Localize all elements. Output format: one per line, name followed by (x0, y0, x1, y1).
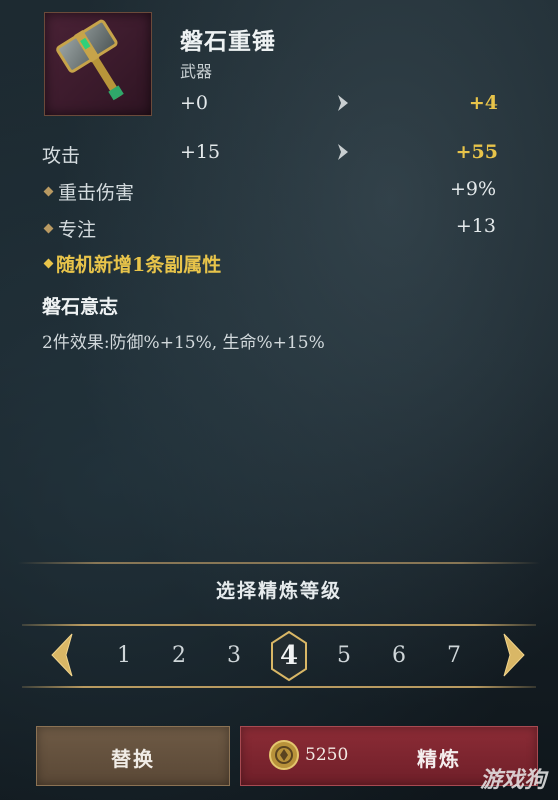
refine-level-option[interactable]: 3 (214, 630, 254, 682)
refine-level-option[interactable]: 1 (104, 630, 144, 682)
refine-level-title: 选择精炼等级 (215, 580, 342, 602)
level-target: +4 (468, 92, 498, 114)
attack-current: +15 (180, 141, 221, 163)
refine-level-option[interactable]: 5 (324, 630, 364, 682)
chevron-left-icon[interactable] (44, 630, 78, 680)
attack-target: +55 (455, 141, 498, 163)
refine-button-label: 精炼 (417, 747, 461, 771)
arrow-right-icon (338, 95, 348, 111)
stone-hammer-icon (56, 19, 124, 101)
bullet-diamond-icon (43, 258, 54, 269)
item-type: 武器 (180, 62, 213, 81)
divider (18, 562, 540, 564)
substat-value: +9% (449, 178, 496, 200)
attack-label: 攻击 (42, 145, 81, 167)
bullet-diamond-icon (43, 223, 54, 234)
substat-label: 专注 (58, 219, 97, 241)
refine-level-option[interactable]: 6 (379, 630, 419, 682)
item-icon-frame (44, 12, 152, 116)
refine-cost: 5250 (305, 745, 349, 765)
random-substat-note: 随机新增1条副属性 (56, 254, 222, 276)
substat-value: +13 (455, 215, 496, 237)
item-name: 磐石重锤 (180, 28, 276, 55)
set-bonus-title: 磐石意志 (42, 296, 119, 318)
refine-level-option-selected[interactable]: 4 (269, 630, 309, 682)
refine-level-selector[interactable]: 1 2 3 4 5 6 7 (88, 630, 478, 682)
level-current: +0 (180, 92, 209, 114)
coin-icon (269, 740, 299, 770)
bullet-diamond-icon (43, 186, 54, 197)
refine-level-option[interactable]: 7 (434, 630, 474, 682)
replace-button-label: 替换 (111, 747, 155, 771)
chevron-right-icon[interactable] (498, 630, 532, 680)
refine-level-option[interactable]: 2 (159, 630, 199, 682)
arrow-right-icon (338, 144, 348, 160)
substat-label: 重击伤害 (58, 182, 135, 204)
refine-level-selected-label: 4 (279, 641, 299, 671)
level-bar-top-line (22, 624, 536, 626)
replace-button[interactable]: 替换 (36, 726, 230, 786)
watermark: 游戏狗 (479, 767, 546, 793)
set-bonus-effect: 2件效果:防御%+15%, 生命%+15% (42, 333, 325, 353)
level-bar-bottom-line (22, 686, 536, 688)
